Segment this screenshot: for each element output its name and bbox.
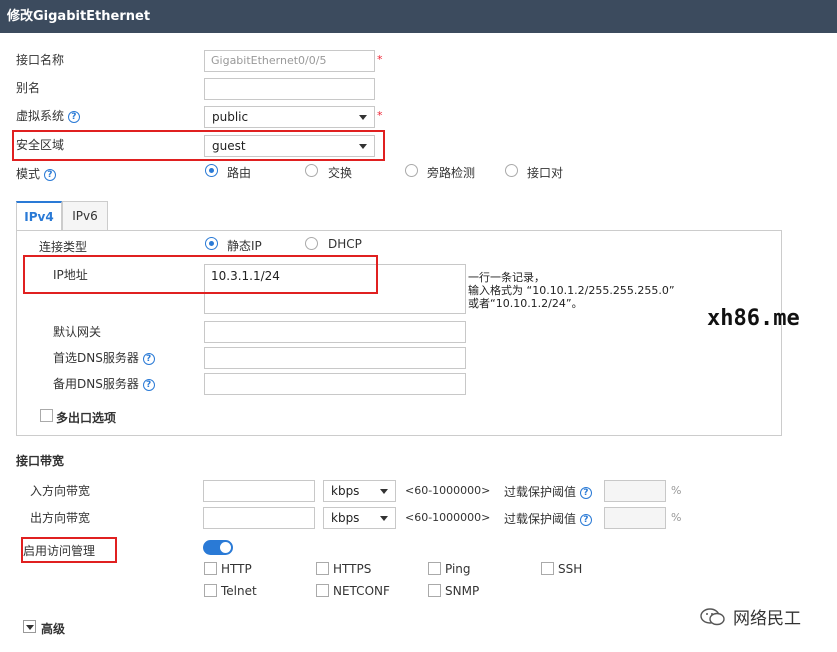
inbound-threshold-label: 过载保护阈值 ? xyxy=(504,483,592,500)
static-ip-radio[interactable] xyxy=(205,237,218,250)
help-icon[interactable]: ? xyxy=(142,378,155,391)
telnet-checkbox[interactable] xyxy=(204,584,217,597)
vsys-label: 虚拟系统 ? xyxy=(16,107,80,124)
tab-ipv4[interactable]: IPv4 xyxy=(16,201,62,231)
help-icon[interactable]: ? xyxy=(579,513,592,526)
mode-bypass-radio[interactable] xyxy=(405,164,418,177)
advanced-label: 高级 xyxy=(41,622,66,636)
site-watermark: xh86.me xyxy=(707,306,800,331)
netconf-checkbox[interactable] xyxy=(316,584,329,597)
dns2-input[interactable] xyxy=(204,373,466,395)
mode-route-radio[interactable] xyxy=(205,164,218,177)
mode-pair-radio[interactable] xyxy=(505,164,518,177)
dhcp-radio[interactable] xyxy=(305,237,318,250)
https-label: HTTPS xyxy=(333,562,372,576)
inbound-range: <60-1000000> xyxy=(405,484,491,497)
gateway-input[interactable] xyxy=(204,321,466,343)
chevron-down-icon xyxy=(359,115,367,120)
zone-label: 安全区域 xyxy=(16,138,65,152)
chevron-down-icon xyxy=(359,144,367,149)
interface-name-field: GigabitEthernet0/0/5 xyxy=(204,50,375,72)
mode-bypass-label: 旁路检测 xyxy=(427,166,476,180)
conn-type-label: 连接类型 xyxy=(39,240,88,254)
gateway-label: 默认网关 xyxy=(53,325,102,339)
interface-name-label: 接口名称 xyxy=(16,53,65,67)
ssh-label: SSH xyxy=(558,562,583,576)
http-checkbox[interactable] xyxy=(204,562,217,575)
mode-pair-label: 接口对 xyxy=(527,166,564,180)
multi-exit-checkbox[interactable] xyxy=(40,409,53,422)
outbound-label: 出方向带宽 xyxy=(30,511,91,525)
access-label: 启用访问管理 xyxy=(23,544,96,558)
multi-exit-label: 多出口选项 xyxy=(56,411,117,425)
static-ip-label: 静态IP xyxy=(227,239,262,253)
dialog-title: 修改GigabitEthernet xyxy=(0,0,837,33)
tab-ipv6[interactable]: IPv6 xyxy=(62,201,108,231)
vsys-select[interactable]: public xyxy=(204,106,375,128)
wechat-icon xyxy=(700,607,726,630)
inbound-threshold-input[interactable] xyxy=(604,480,666,502)
snmp-checkbox[interactable] xyxy=(428,584,441,597)
outbound-range: <60-1000000> xyxy=(405,511,491,524)
inbound-unit-select[interactable]: kbps xyxy=(323,480,396,502)
dns2-label: 备用DNS服务器 ? xyxy=(53,375,155,392)
advanced-expand-icon[interactable] xyxy=(23,620,36,633)
help-icon[interactable]: ? xyxy=(67,110,80,123)
zone-select[interactable]: guest xyxy=(204,135,375,157)
chevron-down-icon xyxy=(380,516,388,521)
ping-label: Ping xyxy=(445,562,471,576)
outbound-pct: % xyxy=(671,511,682,524)
ip-hint-line1: 一行一条记录， xyxy=(468,271,545,284)
inbound-label: 入方向带宽 xyxy=(30,484,91,498)
chevron-down-icon xyxy=(380,489,388,494)
outbound-unit-select[interactable]: kbps xyxy=(323,507,396,529)
alias-label: 别名 xyxy=(16,81,41,95)
mode-label: 模式 ? xyxy=(16,165,56,182)
bandwidth-title: 接口带宽 xyxy=(16,454,65,468)
outbound-threshold-label: 过载保护阈值 ? xyxy=(504,510,592,527)
https-checkbox[interactable] xyxy=(316,562,329,575)
ip-hint-line2: 输入格式为 “10.10.1.2/255.255.255.0” xyxy=(468,284,675,297)
inbound-pct: % xyxy=(671,484,682,497)
telnet-label: Telnet xyxy=(221,584,257,598)
help-icon[interactable]: ? xyxy=(43,168,56,181)
wechat-watermark: 网络民工 xyxy=(733,609,801,629)
ip-highlight-box xyxy=(23,255,378,294)
ip-hint-line3: 或者“10.10.1.2/24”。 xyxy=(468,297,583,310)
snmp-label: SNMP xyxy=(445,584,480,598)
alias-input[interactable] xyxy=(204,78,375,100)
ssh-checkbox[interactable] xyxy=(541,562,554,575)
required-mark: * xyxy=(377,53,383,66)
inbound-input[interactable] xyxy=(203,480,315,502)
dns1-input[interactable] xyxy=(204,347,466,369)
netconf-label: NETCONF xyxy=(333,584,390,598)
outbound-threshold-input[interactable] xyxy=(604,507,666,529)
outbound-input[interactable] xyxy=(203,507,315,529)
mode-route-label: 路由 xyxy=(227,166,252,180)
dhcp-label: DHCP xyxy=(328,237,362,251)
http-label: HTTP xyxy=(221,562,252,576)
help-icon[interactable]: ? xyxy=(579,486,592,499)
mode-switch-radio[interactable] xyxy=(305,164,318,177)
access-toggle[interactable] xyxy=(203,540,233,555)
required-mark: * xyxy=(377,109,383,122)
dns1-label: 首选DNS服务器 ? xyxy=(53,349,155,366)
ping-checkbox[interactable] xyxy=(428,562,441,575)
help-icon[interactable]: ? xyxy=(142,352,155,365)
mode-switch-label: 交换 xyxy=(328,166,353,180)
